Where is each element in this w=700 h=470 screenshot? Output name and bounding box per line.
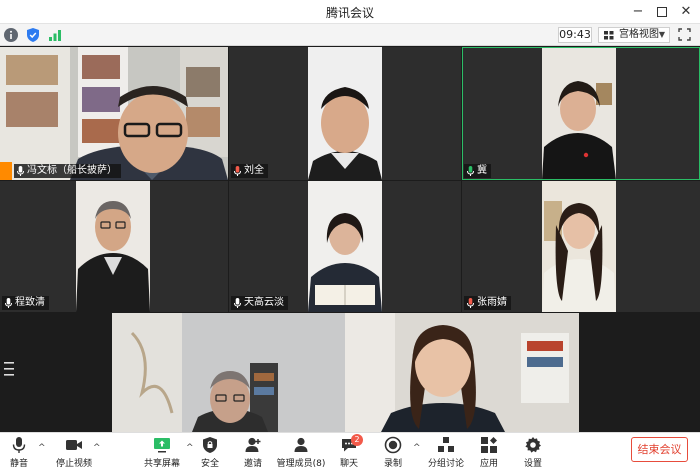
camera-icon [66,440,82,450]
video-tile[interactable]: 刘全 [229,47,461,180]
host-badge [0,162,12,180]
participant-name: 程致清 [15,297,45,308]
participant-name-tag: 冀 [464,164,491,178]
participant-name: 刘全 [244,165,264,176]
maximize-icon [657,7,667,17]
chevron-up-icon[interactable]: ^ [93,443,101,453]
signal-icon[interactable] [47,27,63,43]
settings-label: 设置 [523,459,542,469]
minimize-button[interactable]: − [628,3,648,21]
settings-button[interactable]: 设置 [520,435,546,469]
mute-label: 静音 [9,459,28,469]
view-mode-label: 宫格视图 [619,29,659,40]
mute-button[interactable]: 静音 [4,435,34,469]
chevron-up-icon[interactable]: ^ [186,443,194,453]
microphone-icon [467,298,474,308]
participant-name: 天高云淡 [244,297,284,308]
video-tile[interactable]: 冀 [462,47,700,180]
participant-name-tag: 刘全 [231,164,268,178]
fullscreen-icon[interactable] [678,28,691,41]
breakout-rooms-button[interactable]: 分组讨论 [426,435,466,469]
view-mode-dropdown[interactable]: 宫格视图 ▼ [598,27,670,43]
stop-video-label: 停止视频 [55,459,92,469]
record-label: 录制 [383,459,402,469]
manage-members-button[interactable]: 管理成员(8) [276,435,326,469]
chat-unread-badge: 2 [351,434,363,446]
maximize-button[interactable] [652,3,672,21]
participant-video [345,313,579,432]
chevron-up-icon[interactable]: ^ [38,443,46,453]
participant-name: 冯文标（船长披萨） [27,165,117,176]
info-icon[interactable] [3,27,19,43]
participant-video [112,313,345,432]
chevron-down-icon: ▼ [658,30,665,39]
end-meeting-button[interactable]: 结束会议 [631,437,688,462]
participant-video [229,181,461,312]
meeting-clock: 09:43 [558,27,592,43]
microphone-icon [467,166,474,176]
breakout-rooms-label: 分组讨论 [427,459,464,469]
security-label: 安全 [200,459,219,469]
participant-name-tag: 天高云淡 [231,296,288,310]
video-tile[interactable] [345,313,579,432]
gear-icon [525,437,541,453]
meeting-window: 腾讯会议 − ✕ 09:43 宫格视图 ▼ 冯文标（船长披萨） 刘全 冀 程致清… [0,0,700,470]
video-tile[interactable]: 冯文标（船长披萨） [0,47,228,180]
video-tile[interactable]: 张雨婧 [462,181,700,312]
shield-icon[interactable] [25,27,41,43]
members-icon [294,437,308,452]
apps-button[interactable]: 应用 [476,435,502,469]
more-options-icon[interactable] [4,361,16,377]
breakout-rooms-icon [438,437,454,452]
apps-icon [481,437,497,453]
invite-label: 邀请 [243,459,262,469]
participant-video [229,47,461,180]
participant-name-tag: 冯文标（船长披萨） [14,164,121,178]
video-tile[interactable]: 程致清 [0,181,228,312]
video-grid-filler [0,313,112,432]
share-screen-label: 共享屏幕 [143,459,180,469]
share-screen-button[interactable]: 共享屏幕 [138,435,186,469]
participant-video [462,181,700,312]
participant-name: 张雨婧 [477,297,507,308]
control-bar: 静音 ^ 停止视频 ^ 共享屏幕 ^ 安全 邀请 管理成员(8) 聊天 2 录制… [0,432,700,470]
participant-video [462,47,700,180]
microphone-icon [12,437,26,453]
title-bar: 腾讯会议 − ✕ [0,0,700,24]
grid-view-icon [604,31,614,40]
apps-label: 应用 [479,459,498,469]
invite-button[interactable]: 邀请 [238,435,268,469]
chat-label: 聊天 [339,459,358,469]
chevron-up-icon[interactable]: ^ [413,443,421,453]
microphone-icon [234,166,241,176]
record-icon [384,436,402,454]
video-tile[interactable] [112,313,345,432]
record-button[interactable]: 录制 [378,435,408,469]
shield-icon [203,437,217,453]
microphone-icon [5,298,12,308]
participant-video [0,181,228,312]
add-user-icon [245,437,261,452]
share-screen-icon [154,438,170,453]
participant-name: 冀 [477,165,487,176]
participant-name-tag: 程致清 [2,296,49,310]
microphone-icon [17,166,24,176]
stop-video-button[interactable]: 停止视频 [52,435,96,469]
close-button[interactable]: ✕ [676,3,696,21]
participant-video [0,47,228,180]
microphone-icon [234,298,241,308]
window-title: 腾讯会议 [325,6,374,20]
video-tile[interactable]: 天高云淡 [229,181,461,312]
security-button[interactable]: 安全 [196,435,224,469]
meeting-toolbar: 09:43 宫格视图 ▼ [0,24,700,46]
participant-name-tag: 张雨婧 [464,296,511,310]
video-grid-filler [579,313,700,432]
manage-members-label: 管理成员(8) [276,459,326,469]
